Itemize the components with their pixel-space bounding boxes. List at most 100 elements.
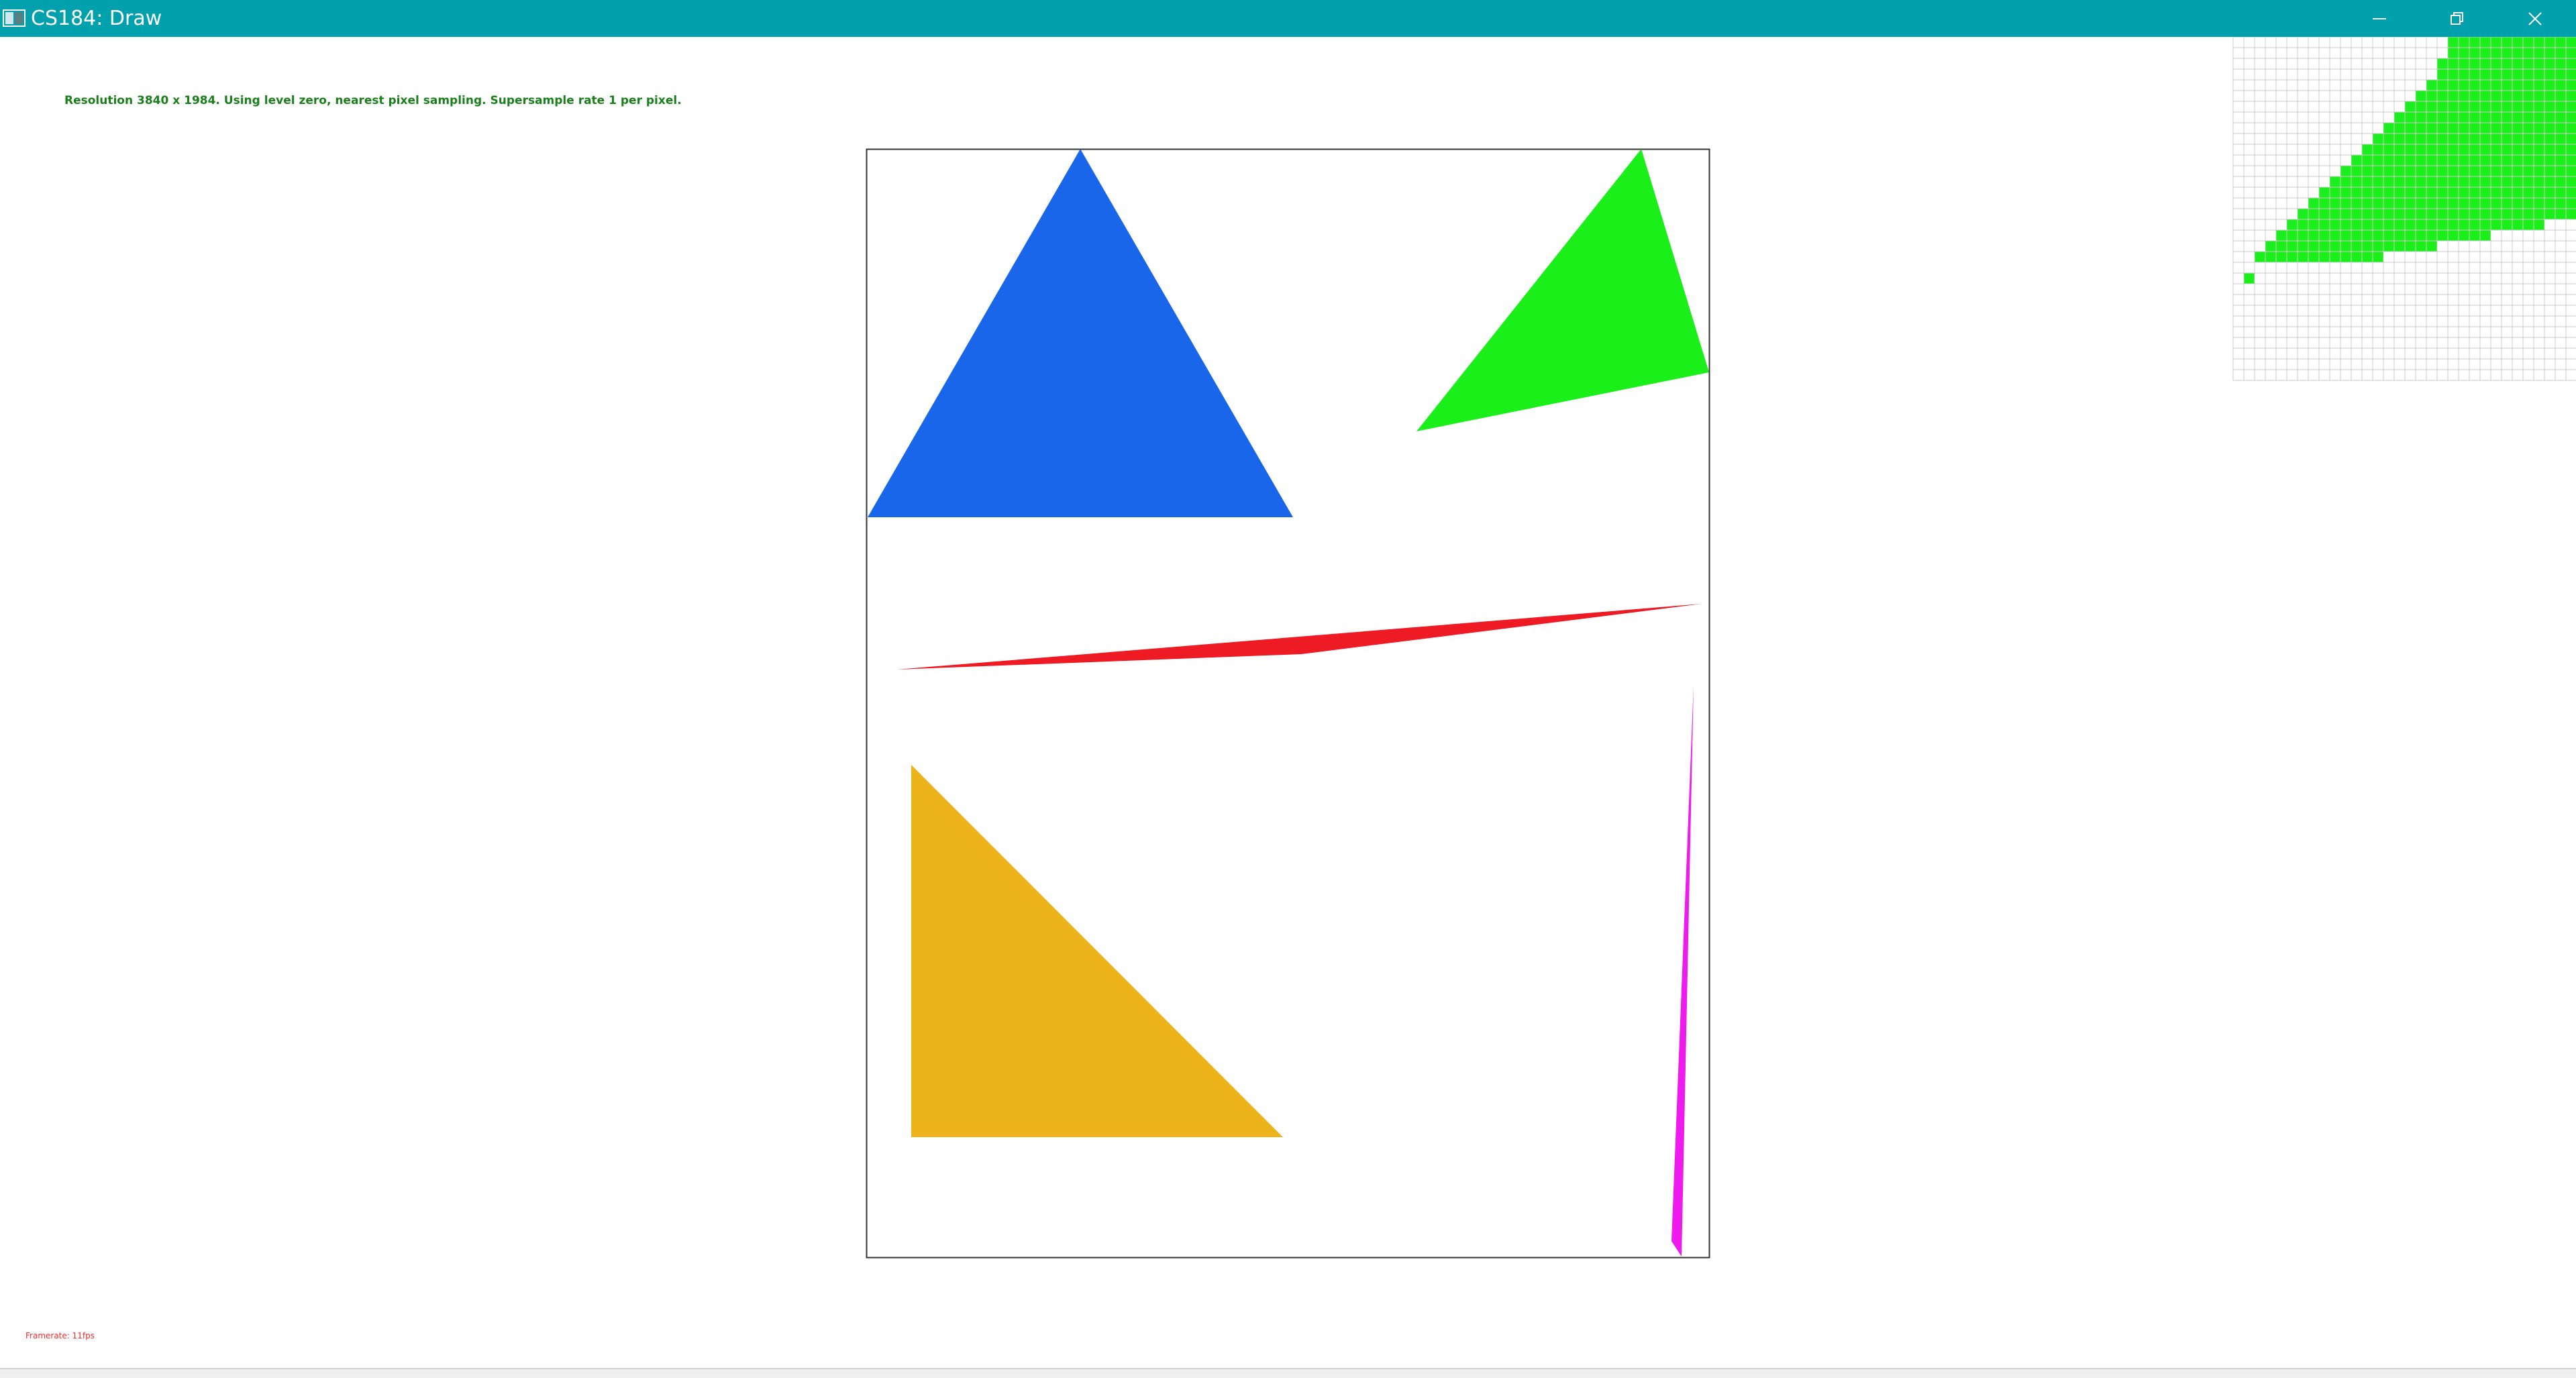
inset-pixel: [2491, 91, 2502, 101]
inset-pixel: [2373, 230, 2383, 241]
inset-pixel: [2394, 219, 2405, 230]
inset-pixel: [2534, 144, 2544, 155]
inset-pixel: [2459, 112, 2469, 123]
inset-pixel: [2244, 273, 2255, 284]
title-bar[interactable]: CS184: Draw: [0, 0, 2576, 37]
inset-pixel: [2426, 155, 2437, 166]
inset-pixel: [2362, 176, 2373, 187]
inset-pixel: [2448, 155, 2459, 166]
close-button[interactable]: [2497, 0, 2573, 37]
inset-pixel: [2351, 252, 2362, 262]
inset-pixel: [2362, 198, 2373, 209]
inset-pixel: [2437, 166, 2448, 176]
inset-pixel: [2459, 48, 2469, 58]
inset-pixel: [2566, 134, 2576, 144]
inset-pixel: [2555, 176, 2566, 187]
inset-pixel: [2523, 123, 2534, 134]
inset-pixel: [2298, 230, 2308, 241]
pixel-zoom-inset: [2232, 37, 2576, 381]
magenta-sliver-triangle: [1671, 684, 1694, 1257]
inset-pixel: [2373, 176, 2383, 187]
inset-pixel: [2491, 155, 2502, 166]
inset-pixel: [2383, 123, 2394, 134]
inset-pixel: [2351, 187, 2362, 198]
inset-pixel: [2416, 91, 2426, 101]
inset-pixel: [2437, 123, 2448, 134]
inset-pixel: [2351, 209, 2362, 219]
inset-pixel: [2405, 123, 2416, 134]
inset-pixel: [2523, 144, 2534, 155]
inset-pixel: [2502, 166, 2512, 176]
inset-pixel: [2469, 91, 2480, 101]
inset-pixel: [2566, 123, 2576, 134]
inset-pixel: [2426, 123, 2437, 134]
inset-pixel: [2459, 176, 2469, 187]
inset-pixel: [2426, 112, 2437, 123]
inset-pixel: [2426, 219, 2437, 230]
inset-pixel: [2437, 209, 2448, 219]
inset-pixel: [2319, 219, 2330, 230]
inset-pixel: [2502, 80, 2512, 91]
minimize-button[interactable]: [2341, 0, 2418, 37]
inset-pixel: [2373, 198, 2383, 209]
inset-pixel: [2437, 155, 2448, 166]
inset-pixel: [2523, 155, 2534, 166]
inset-pixel: [2469, 187, 2480, 198]
inset-pixel: [2383, 230, 2394, 241]
inset-pixel: [2512, 91, 2523, 101]
inset-pixel: [2448, 91, 2459, 101]
inset-pixel: [2480, 155, 2491, 166]
inset-pixel: [2437, 91, 2448, 101]
inset-pixel: [2405, 209, 2416, 219]
inset-pixel: [2448, 166, 2459, 176]
inset-pixel: [2469, 37, 2480, 48]
inset-pixel: [2287, 219, 2298, 230]
orange-triangle: [911, 765, 1283, 1137]
inset-pixel: [2287, 241, 2298, 252]
inset-pixel: [2298, 209, 2308, 219]
inset-pixel: [2534, 176, 2544, 187]
inset-pixel: [2448, 80, 2459, 91]
inset-pixel: [2555, 155, 2566, 166]
inset-pixel: [2416, 155, 2426, 166]
inset-pixel: [2469, 155, 2480, 166]
inset-pixel: [2566, 101, 2576, 112]
restore-button[interactable]: [2419, 0, 2495, 37]
inset-pixel: [2555, 112, 2566, 123]
inset-pixel: [2351, 230, 2362, 241]
inset-pixel: [2394, 134, 2405, 144]
inset-pixel: [2394, 112, 2405, 123]
inset-pixel: [2426, 144, 2437, 155]
inset-pixel: [2405, 241, 2416, 252]
scene-canvas[interactable]: [0, 37, 2576, 1368]
inset-pixel: [2426, 80, 2437, 91]
inset-pixel: [2544, 123, 2555, 134]
inset-pixel: [2480, 198, 2491, 209]
inset-pixel: [2555, 69, 2566, 80]
inset-pixel: [2405, 187, 2416, 198]
inset-pixel: [2459, 58, 2469, 69]
window-title: CS184: Draw: [31, 7, 162, 30]
inset-pixel: [2448, 176, 2459, 187]
inset-pixel: [2437, 134, 2448, 144]
inset-pixel: [2566, 166, 2576, 176]
inset-pixel: [2566, 112, 2576, 123]
inset-pixel: [2437, 101, 2448, 112]
inset-pixel: [2373, 241, 2383, 252]
inset-pixel: [2298, 219, 2308, 230]
inset-pixel: [2502, 58, 2512, 69]
inset-pixel: [2383, 134, 2394, 144]
inset-pixel: [2448, 209, 2459, 219]
inset-pixel: [2416, 166, 2426, 176]
inset-pixel: [2319, 209, 2330, 219]
inset-pixel: [2448, 101, 2459, 112]
inset-pixel: [2544, 37, 2555, 48]
inset-pixel: [2405, 166, 2416, 176]
inset-pixel: [2534, 187, 2544, 198]
inset-pixel: [2351, 241, 2362, 252]
inset-pixel: [2469, 176, 2480, 187]
green-triangle: [1416, 149, 1709, 431]
inset-pixel: [2405, 144, 2416, 155]
inset-pixel: [2265, 241, 2276, 252]
render-viewport[interactable]: Resolution 3840 x 1984. Using level zero…: [0, 37, 2576, 1368]
